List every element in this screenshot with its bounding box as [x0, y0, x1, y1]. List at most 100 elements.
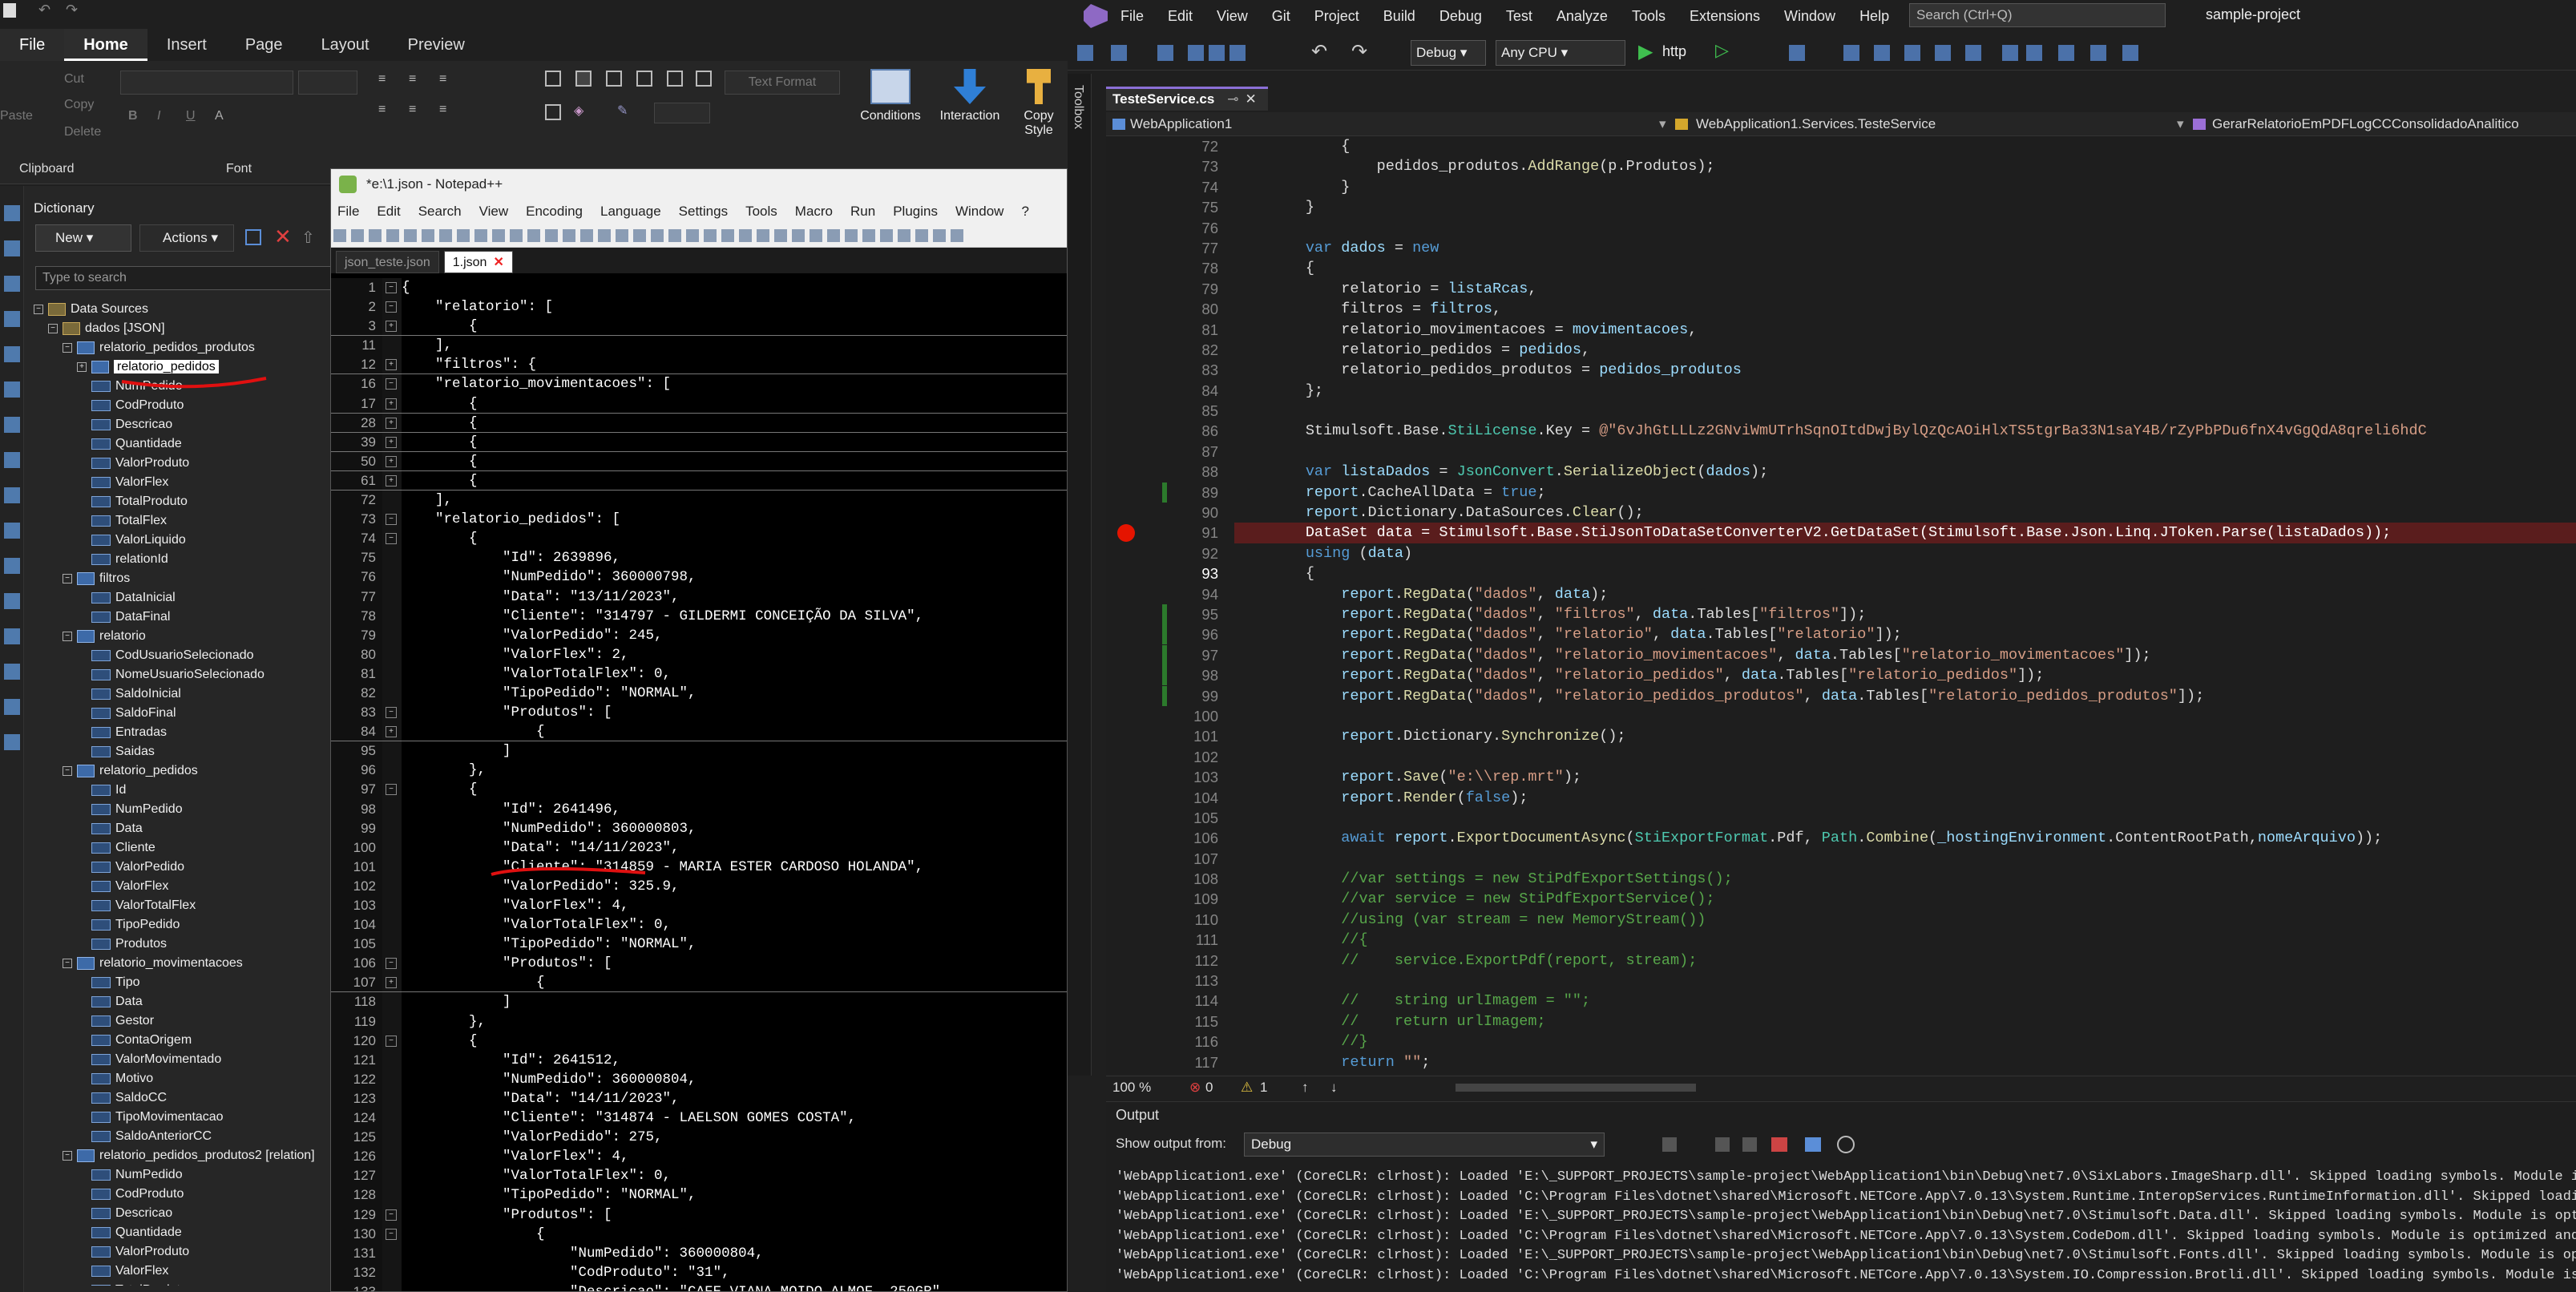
gutter-cell[interactable] — [1106, 279, 1170, 299]
horizontal-scrollbar[interactable] — [1456, 1084, 1696, 1092]
tree-node[interactable]: − relatorio_movimentacoes — [34, 954, 338, 973]
menu-item[interactable]: Test — [1506, 8, 1532, 25]
align-right-icon[interactable]: ≡ — [439, 72, 446, 87]
tree-node[interactable]: − filtros — [34, 569, 338, 588]
gutter-cell[interactable] — [1106, 889, 1170, 909]
tree-node[interactable]: Data — [34, 819, 338, 838]
tree-node[interactable]: NomeUsuarioSelecionado — [34, 665, 338, 684]
tool-icon[interactable] — [4, 734, 20, 750]
toolbar-icon[interactable] — [2090, 45, 2106, 61]
collapse-icon[interactable]: − — [386, 784, 397, 796]
gutter-cell[interactable] — [1106, 808, 1170, 828]
toolbar-icon[interactable] — [1789, 45, 1805, 61]
gutter-cell[interactable] — [1106, 156, 1170, 176]
expand-icon[interactable]: + — [386, 977, 397, 989]
forward-icon[interactable] — [1111, 45, 1127, 61]
collapse-icon[interactable]: − — [63, 342, 72, 353]
border-top-icon[interactable] — [636, 71, 652, 87]
undo-icon[interactable]: ↶ — [38, 2, 50, 18]
dictionary-search-input[interactable]: Type to search — [35, 266, 340, 290]
menu-item[interactable]: Window — [1784, 8, 1835, 25]
gutter-cell[interactable] — [1106, 218, 1170, 238]
expand-icon[interactable]: + — [386, 455, 397, 467]
tree-node[interactable]: Entradas — [34, 723, 338, 742]
menu-item[interactable]: Help — [1859, 8, 1889, 25]
menu-item[interactable]: Plugins — [893, 204, 938, 220]
menu-item[interactable]: Build — [1383, 8, 1415, 25]
delete-icon[interactable]: ✕ — [274, 224, 292, 249]
border-all-icon[interactable] — [545, 71, 561, 87]
toolbar-icon[interactable] — [1904, 45, 1920, 61]
menu-item[interactable]: File — [1120, 8, 1144, 25]
prev-message-icon[interactable] — [1715, 1137, 1730, 1152]
gutter-cell[interactable] — [1106, 381, 1170, 401]
gutter-cell[interactable] — [1106, 401, 1170, 421]
collapse-icon[interactable]: − — [386, 533, 397, 545]
arrow-up-icon[interactable]: ↑ — [1302, 1076, 1309, 1099]
tree-node[interactable]: − relatorio_pedidos_produtos2 [relation] — [34, 1146, 338, 1165]
gutter-cell[interactable] — [1106, 685, 1170, 706]
tree-node[interactable]: Cliente — [34, 838, 338, 858]
gutter-cell[interactable] — [1106, 442, 1170, 462]
pin-icon[interactable]: ⊸ — [1227, 91, 1238, 107]
border-settings-icon[interactable] — [545, 104, 561, 120]
arrow-down-icon[interactable]: ↓ — [1330, 1076, 1338, 1099]
output-source-combo[interactable]: Debug ▾ — [1244, 1133, 1605, 1157]
gutter-cell[interactable] — [1106, 523, 1170, 543]
gutter-cell[interactable] — [1106, 320, 1170, 340]
gutter-cell[interactable] — [1106, 849, 1170, 869]
gutter-cell[interactable] — [1106, 747, 1170, 767]
gutter-cell[interactable] — [1106, 665, 1170, 686]
new-item-icon[interactable] — [1157, 45, 1173, 61]
code-editor[interactable]: 72 73 74 75 76 77 78 79 80 81 82 83 84 85 86 87 88 89 90 91… — [1106, 136, 2576, 1074]
tool-icon[interactable] — [4, 346, 20, 362]
gutter-cell[interactable] — [1106, 1011, 1170, 1032]
expand-icon[interactable]: + — [386, 726, 397, 738]
doc-tab-testeservice[interactable]: TesteService.cs ⊸ ✕ — [1106, 87, 1268, 111]
tree-node[interactable]: − Data Sources — [34, 300, 338, 319]
menu-item[interactable]: Edit — [1168, 8, 1193, 25]
back-icon[interactable] — [1077, 45, 1093, 61]
tree-node[interactable]: ValorFlex — [34, 1262, 338, 1281]
collapse-icon[interactable]: − — [63, 631, 72, 641]
border-none-icon[interactable] — [575, 71, 592, 87]
toolbar-icon[interactable] — [1965, 45, 1981, 61]
gutter-cell[interactable] — [1106, 258, 1170, 278]
gutter-cell[interactable] — [1106, 604, 1170, 624]
tool-icon[interactable] — [4, 628, 20, 644]
menu-item[interactable]: Language — [600, 204, 661, 220]
tree-node[interactable]: ValorProduto — [34, 1242, 338, 1262]
tree-node[interactable]: Descricao — [34, 415, 338, 434]
save-icon[interactable] — [3, 3, 16, 18]
toolbar-icon[interactable] — [1843, 45, 1859, 61]
tool-icon[interactable] — [4, 452, 20, 468]
tree-node[interactable]: SaldoInicial — [34, 684, 338, 704]
italic-button[interactable]: I — [157, 109, 160, 123]
collapse-icon[interactable]: − — [386, 514, 397, 526]
tree-node[interactable]: − relatorio_pedidos_produtos — [34, 338, 338, 357]
collapse-icon[interactable]: − — [34, 304, 43, 314]
gutter-cell[interactable] — [1106, 644, 1170, 665]
gutter-cell[interactable] — [1106, 869, 1170, 889]
chevron-down-icon[interactable]: ▾ — [2177, 112, 2184, 136]
paste-button[interactable]: Paste — [0, 109, 33, 123]
menu-item[interactable]: Project — [1314, 8, 1359, 25]
tree-node[interactable]: ValorFlex — [34, 877, 338, 896]
configuration-combo[interactable]: Debug ▾ — [1411, 40, 1486, 66]
gutter-cell[interactable] — [1106, 197, 1170, 217]
gutter-cell[interactable] — [1106, 340, 1170, 360]
border-bottom-icon[interactable] — [696, 71, 712, 87]
collapse-icon[interactable]: − — [386, 282, 397, 293]
save-all-icon[interactable] — [1229, 45, 1246, 61]
tree-node[interactable]: SaldoFinal — [34, 704, 338, 723]
collapse-icon[interactable]: − — [386, 1228, 397, 1240]
tool-icon[interactable] — [4, 311, 20, 327]
menu-item[interactable]: Run — [850, 204, 875, 220]
tool-icon[interactable] — [4, 382, 20, 398]
menu-item[interactable]: Debug — [1439, 8, 1482, 25]
tree-node[interactable]: TipoPedido — [34, 915, 338, 935]
menu-item[interactable]: Settings — [679, 204, 728, 220]
border-style-combo[interactable] — [654, 103, 710, 123]
tool-icon[interactable] — [4, 664, 20, 680]
open-icon[interactable] — [1188, 45, 1204, 61]
